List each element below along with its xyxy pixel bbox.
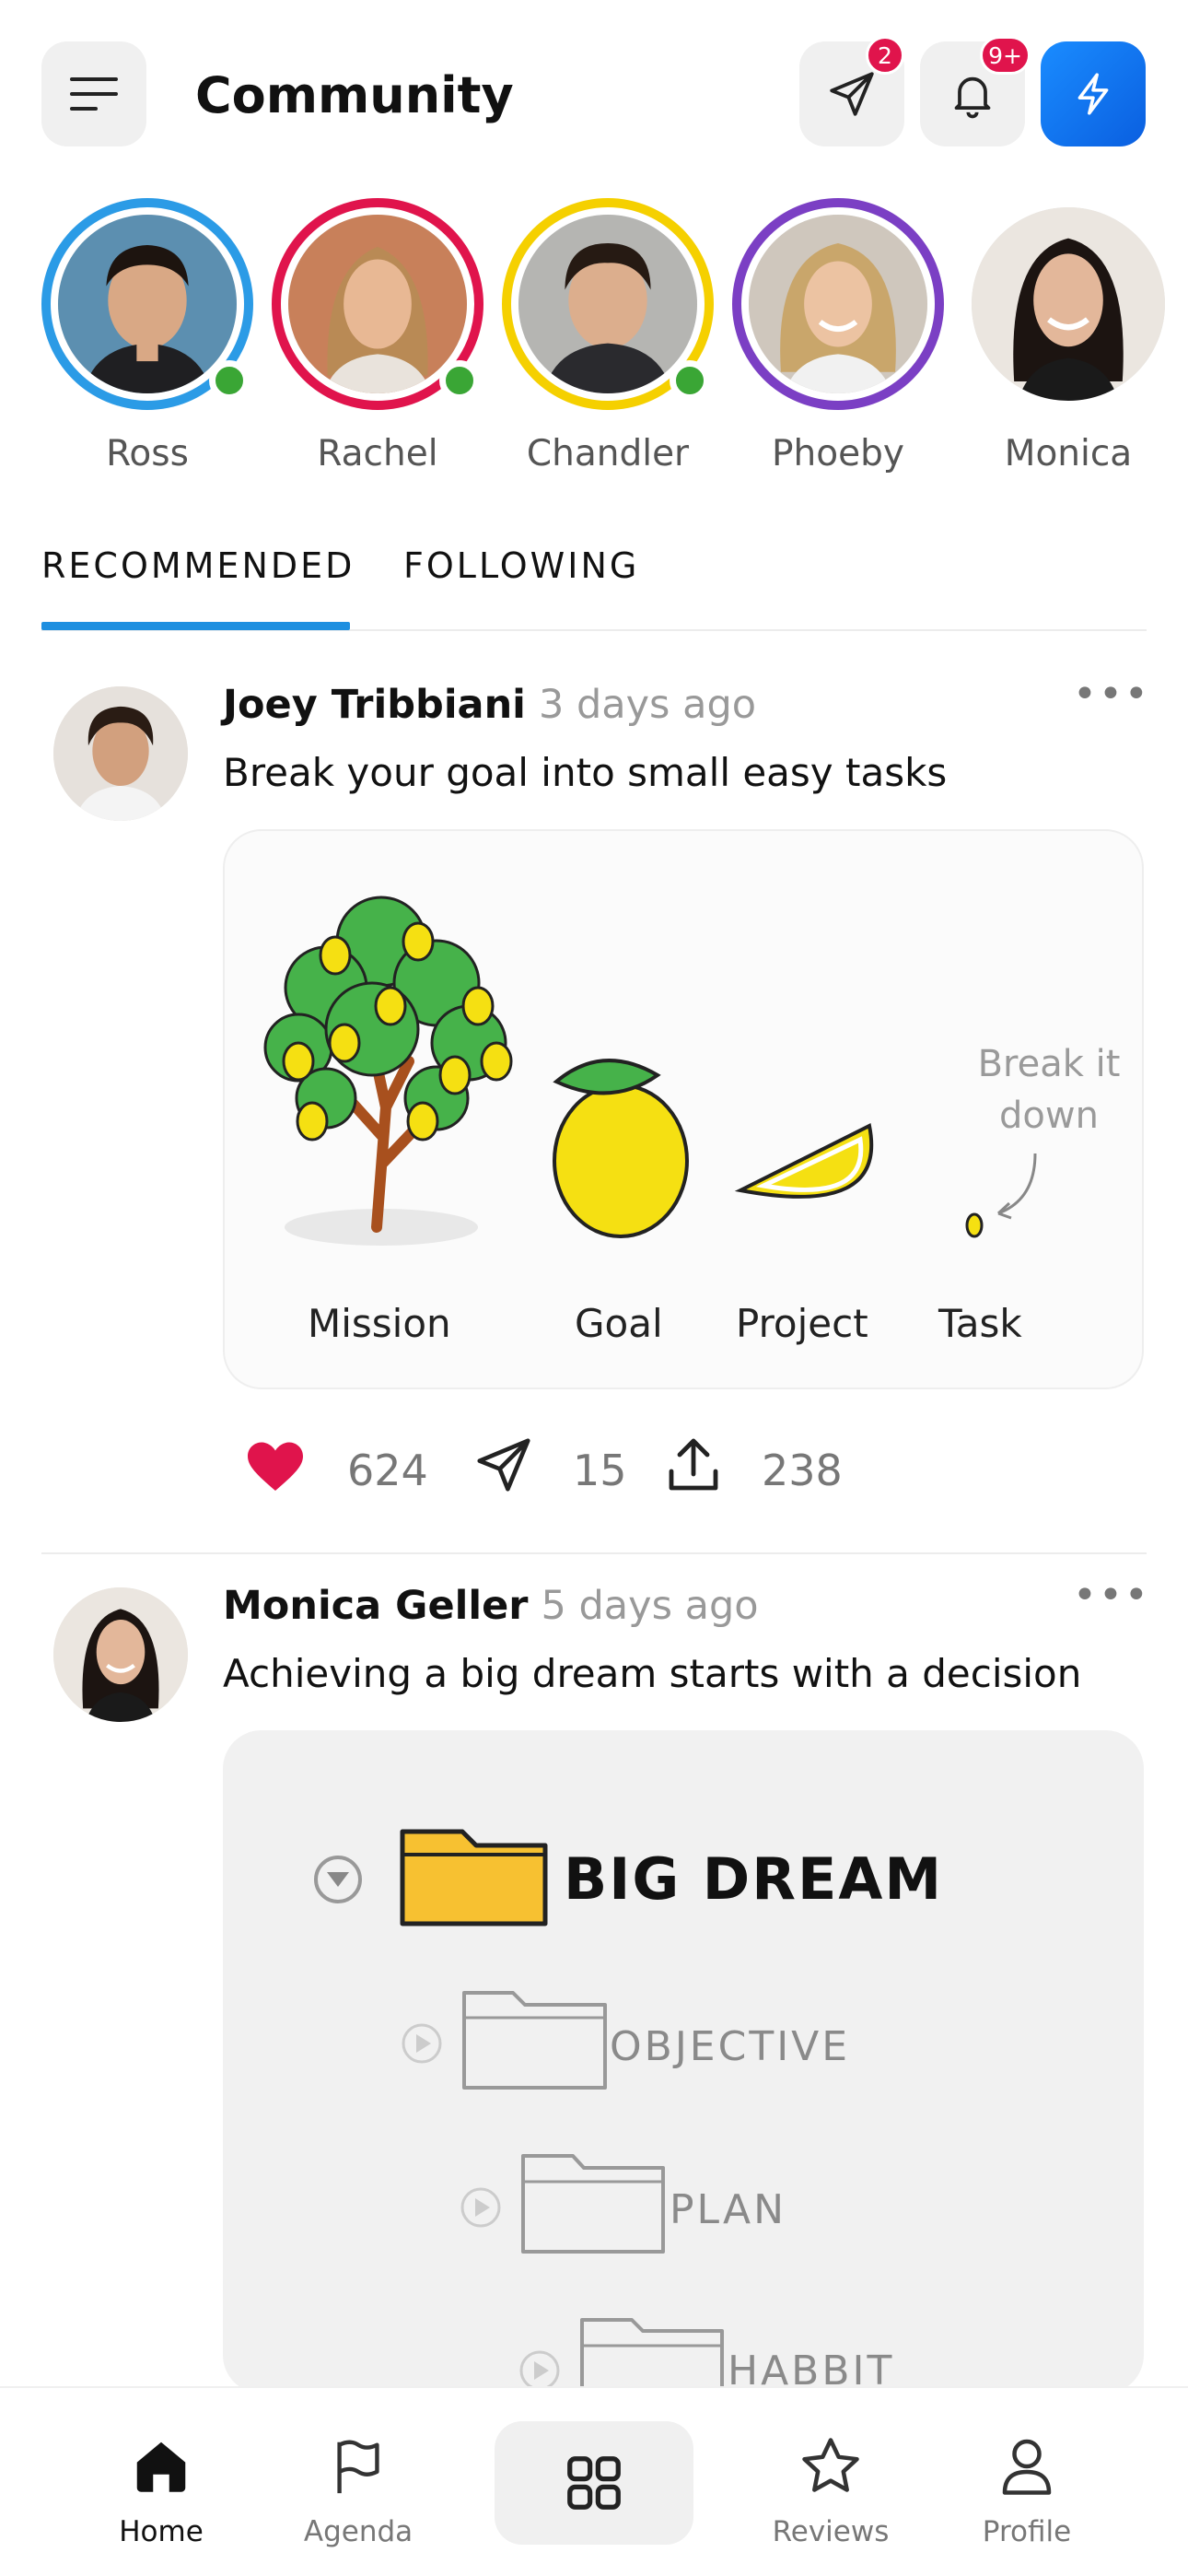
messages-badge: 2 — [866, 36, 904, 75]
portrait-image — [58, 215, 237, 393]
send-icon — [830, 72, 874, 116]
online-indicator — [209, 360, 250, 401]
story-name: Rachel — [317, 433, 438, 474]
post-text: Achieving a big dream starts with a deci… — [223, 1651, 1082, 1696]
nav-label: Reviews — [772, 2515, 890, 2548]
portrait-image — [518, 215, 697, 393]
nav-reviews[interactable]: Reviews — [734, 2388, 927, 2576]
boost-button[interactable] — [1041, 41, 1146, 146]
menu-button[interactable] — [41, 41, 146, 146]
bell-icon — [954, 76, 991, 119]
star-icon — [789, 2425, 872, 2508]
lightning-icon — [1077, 73, 1109, 115]
notifications-badge: 9+ — [980, 36, 1031, 75]
home-icon — [120, 2425, 203, 2508]
post-actions: 624 15 238 — [241, 1433, 886, 1506]
nav-label: Home — [119, 2515, 204, 2548]
portrait-image — [288, 215, 467, 393]
story-name: Chandler — [526, 433, 690, 474]
story-ring — [962, 198, 1174, 410]
post-author[interactable]: Monica Geller 5 days ago — [223, 1583, 759, 1629]
likes-count: 624 — [347, 1446, 428, 1495]
avatar — [741, 207, 935, 401]
portrait-image — [972, 207, 1165, 401]
send-icon[interactable] — [472, 1433, 536, 1497]
author-name: Monica Geller — [223, 1583, 529, 1629]
heart-icon[interactable] — [241, 1433, 309, 1499]
figure-item-plan: PLAN — [670, 2186, 787, 2233]
figure-item-big-dream: BIG DREAM — [564, 1845, 944, 1913]
menu-icon — [70, 77, 118, 111]
figure-item-objective: OBJECTIVE — [610, 2023, 851, 2070]
page-title: Community — [195, 66, 514, 124]
avatar[interactable] — [53, 1587, 188, 1722]
nav-agenda[interactable]: Agenda — [262, 2388, 455, 2576]
upload-icon[interactable] — [660, 1433, 727, 1499]
nav-home[interactable]: Home — [64, 2388, 258, 2576]
messages-button[interactable]: 2 — [799, 36, 904, 146]
post-time: 3 days ago — [538, 682, 757, 728]
avatar[interactable] — [53, 686, 188, 821]
user-icon — [985, 2425, 1068, 2508]
notifications-button[interactable]: 9+ — [920, 36, 1031, 146]
figure-label-task: Task — [938, 1301, 1022, 1346]
bottom-navigation: Home Agenda Reviews Profile — [0, 2386, 1188, 2576]
online-indicator — [439, 360, 480, 401]
story-name: Monica — [1004, 433, 1133, 474]
post-image[interactable]: Break it down Mission Goal Project Task — [223, 829, 1144, 1389]
tab-recommended[interactable]: RECOMMENDED — [41, 545, 355, 586]
portrait-image — [749, 215, 927, 393]
story-name: Ross — [106, 433, 189, 474]
author-name: Joey Tribbiani — [223, 682, 526, 728]
flag-icon — [317, 2425, 400, 2508]
figure-label-project: Project — [736, 1301, 868, 1346]
shares-count: 15 — [573, 1446, 627, 1495]
nav-label: Profile — [982, 2515, 1072, 2548]
active-tab-indicator — [41, 622, 350, 630]
app-header: Community 2 9+ — [0, 0, 1188, 184]
online-indicator — [670, 360, 710, 401]
post-time: 5 days ago — [541, 1583, 759, 1629]
uploads-count: 238 — [762, 1446, 843, 1495]
story-ring — [732, 198, 944, 410]
portrait-image — [53, 1587, 188, 1722]
feed-tabs: RECOMMENDED FOLLOWING — [41, 534, 1147, 631]
figure-note: Break it down — [977, 1043, 1121, 1137]
post-author[interactable]: Joey Tribbiani 3 days ago — [223, 682, 756, 728]
stories-row: Ross Rachel Chandler Phoeby Monica — [0, 198, 1188, 493]
post-text: Break your goal into small easy tasks — [223, 750, 948, 795]
grid-icon — [567, 2456, 621, 2510]
avatar — [972, 207, 1165, 401]
more-options-icon[interactable]: ••• — [1073, 1572, 1150, 1619]
more-options-icon[interactable]: ••• — [1073, 671, 1150, 718]
post-divider — [41, 1552, 1147, 1554]
tab-following[interactable]: FOLLOWING — [403, 545, 639, 586]
portrait-image — [53, 686, 188, 821]
nav-profile[interactable]: Profile — [930, 2388, 1124, 2576]
figure-label-goal: Goal — [575, 1301, 663, 1346]
post-image[interactable]: BIG DREAM OBJECTIVE PLAN HABBIT — [223, 1730, 1144, 2394]
figure-label-mission: Mission — [308, 1301, 451, 1346]
story-name: Phoeby — [772, 433, 904, 474]
nav-apps-button[interactable] — [495, 2421, 693, 2545]
nav-label: Agenda — [303, 2515, 413, 2548]
